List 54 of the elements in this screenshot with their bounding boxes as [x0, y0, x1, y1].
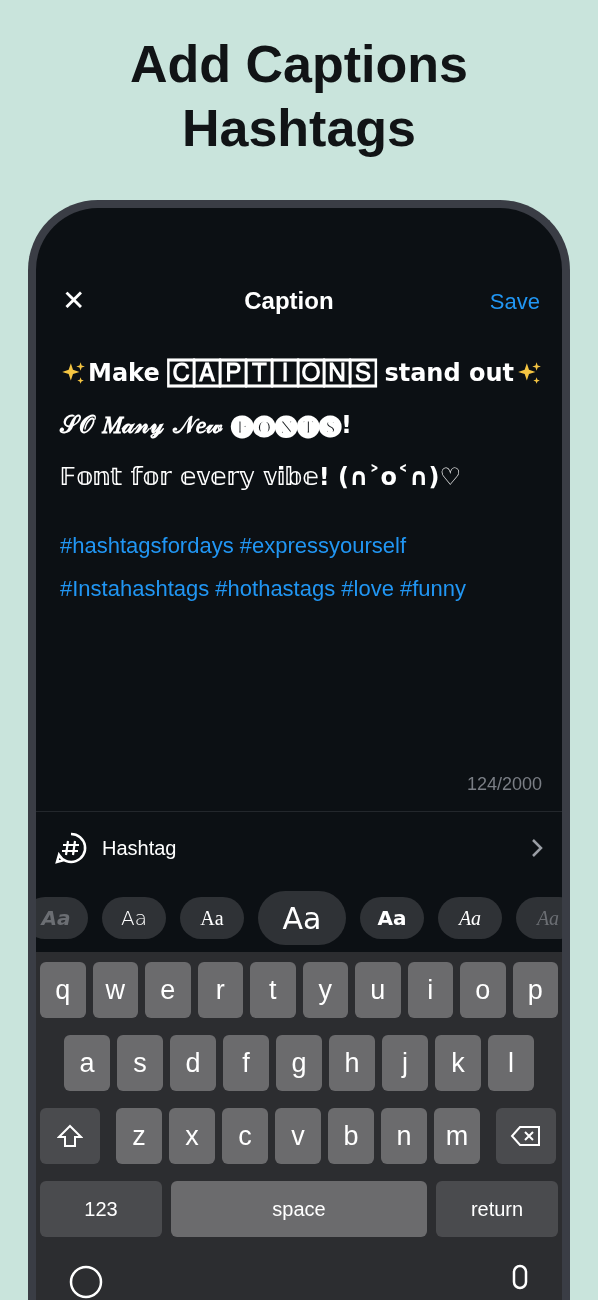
font-chip[interactable]: Aa	[180, 897, 244, 939]
letter-key[interactable]: f	[223, 1035, 269, 1091]
letter-key[interactable]: d	[170, 1035, 216, 1091]
letter-key[interactable]: s	[117, 1035, 163, 1091]
hashtag-label: Hashtag	[102, 836, 178, 861]
shift-key[interactable]	[40, 1108, 100, 1164]
letter-key[interactable]: p	[512, 962, 558, 1018]
letter-key[interactable]: c	[222, 1108, 268, 1164]
letter-key[interactable]: r	[197, 962, 243, 1018]
sparkle-icon	[60, 360, 86, 386]
sparkle-icon	[516, 360, 542, 386]
close-button[interactable]: ✕	[58, 280, 88, 322]
font-chip[interactable]: Aa	[438, 897, 502, 939]
hashtag-row[interactable]: Hashtag	[36, 812, 562, 884]
return-key[interactable]: return	[436, 1181, 558, 1237]
delete-key[interactable]	[496, 1108, 556, 1164]
letter-key[interactable]: o	[460, 962, 506, 1018]
letter-key[interactable]: g	[276, 1035, 322, 1091]
letter-key[interactable]: n	[381, 1108, 427, 1164]
letter-key[interactable]: v	[275, 1108, 321, 1164]
letter-key[interactable]: j	[382, 1035, 428, 1091]
font-chip[interactable]: Aa	[360, 897, 424, 939]
letter-key[interactable]: a	[64, 1035, 110, 1091]
letter-key[interactable]: u	[355, 962, 401, 1018]
hashtags-text: #hashtagsfordays #expressyourself #Instahashtags #hothastags #love #funny	[60, 532, 468, 603]
backspace-icon	[510, 1124, 542, 1148]
numbers-key[interactable]: 123	[40, 1181, 162, 1237]
letter-key[interactable]: b	[328, 1108, 374, 1164]
letter-key[interactable]: i	[407, 962, 453, 1018]
save-button[interactable]: Save	[489, 284, 540, 318]
letter-key[interactable]: k	[435, 1035, 481, 1091]
shift-icon	[57, 1124, 83, 1148]
caption-line: Make 🄲🄰🄿🅃🄸🄾🄽🅂 stand out	[88, 357, 514, 390]
letter-key[interactable]: t	[250, 962, 296, 1018]
hashtag-icon	[54, 831, 88, 865]
space-key[interactable]: space	[171, 1181, 427, 1237]
font-chip[interactable]: Aa	[102, 897, 166, 939]
letter-key[interactable]: m	[434, 1108, 480, 1164]
letter-key[interactable]: y	[302, 962, 348, 1018]
caption-line: 𝒮𝒪 𝑀𝒶𝓃𝓎 𝒩𝑒𝓌 🅕🅞🅝🅣🅢!	[60, 410, 352, 441]
letter-key[interactable]: z	[116, 1108, 162, 1164]
caption-line: 𝔽𝕠𝕟𝕥 𝕗𝕠𝕣 𝕖𝕧𝕖𝕣𝕪 𝕧𝕚𝕓𝕖! (∩˃o˂∩)♡	[60, 462, 461, 493]
letter-key[interactable]: q	[40, 962, 86, 1018]
font-chip[interactable]: Aa	[258, 891, 346, 945]
letter-key[interactable]: h	[329, 1035, 375, 1091]
character-counter: 124/2000	[465, 773, 543, 796]
letter-key[interactable]: e	[145, 962, 191, 1018]
letter-key[interactable]: l	[488, 1035, 534, 1091]
letter-key[interactable]: w	[92, 962, 138, 1018]
chevron-right-icon	[530, 837, 544, 859]
headline: Add Captions	[130, 34, 468, 95]
screen-title: Caption	[244, 286, 334, 316]
letter-key[interactable]: x	[169, 1108, 215, 1164]
headline: Hashtags	[181, 98, 417, 159]
